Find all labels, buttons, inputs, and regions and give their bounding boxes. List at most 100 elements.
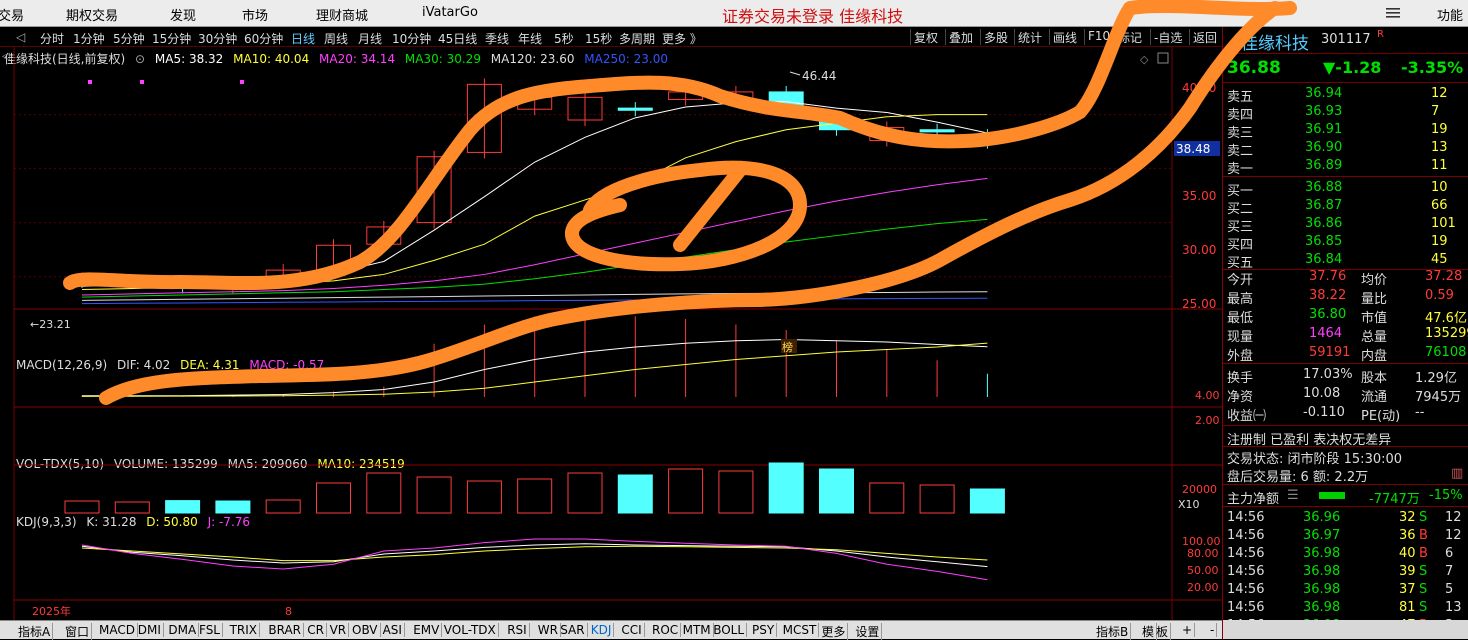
period-item[interactable]: 15分钟 xyxy=(152,30,191,47)
indicator-tab[interactable]: ASI xyxy=(381,623,405,637)
indicator-tab[interactable]: PSY xyxy=(750,623,778,637)
table-row[interactable]: 卖五 36.94 12 xyxy=(1223,85,1468,105)
watchlist-button[interactable]: -自选 xyxy=(1150,29,1185,45)
tab-right-item[interactable]: + xyxy=(1180,623,1196,637)
indicator-tab[interactable]: VR xyxy=(328,623,350,637)
indicator-tab[interactable]: FSL xyxy=(197,623,223,637)
panel-toggle-icon[interactable] xyxy=(1157,52,1169,64)
menu-small-icon[interactable]: ☰ xyxy=(1287,488,1299,503)
table-row[interactable]: 14:56 36.98 37 S 5 xyxy=(1223,581,1468,599)
table-row[interactable]: 外盘 59191 内盘 76108 xyxy=(1223,344,1468,364)
left-arrow-icon[interactable]: ◁ xyxy=(2,51,10,62)
table-row[interactable]: 现量 1464 总量 135299 xyxy=(1223,325,1468,345)
indicator-tab[interactable]: BRAR xyxy=(266,623,305,637)
diamond-icon[interactable]: ◇ xyxy=(1140,53,1149,66)
period-item-daily[interactable]: 日线 xyxy=(291,30,315,47)
table-row[interactable]: 14:56 36.97 36 B 12 xyxy=(1223,527,1468,545)
table-row[interactable]: 14:56 36.98 40 B 6 xyxy=(1223,545,1468,563)
indicator-tab[interactable]: CR xyxy=(305,623,327,637)
back-button[interactable]: 返回 xyxy=(1189,29,1220,45)
indicator-tab[interactable]: 窗口 xyxy=(63,623,93,640)
table-row[interactable]: 净资 10.08 流通 7945万 xyxy=(1223,385,1468,405)
period-item[interactable]: 周线 xyxy=(324,30,348,47)
menu-market[interactable]: 市场 xyxy=(242,5,268,24)
event-marker[interactable] xyxy=(140,80,144,84)
period-item[interactable]: 60分钟 xyxy=(244,30,283,47)
menu-icon[interactable] xyxy=(1386,7,1400,19)
tab-right-item[interactable]: 板 xyxy=(1154,623,1172,640)
menu-options[interactable]: 期权交易 xyxy=(66,5,118,24)
indicator-tab[interactable]: DMA xyxy=(166,623,200,637)
indicator-tab[interactable]: 更多 xyxy=(819,623,849,640)
table-row[interactable]: 卖二 36.90 13 xyxy=(1223,139,1468,159)
table-row[interactable]: 买五 36.84 45 xyxy=(1223,251,1468,271)
indicator-tab[interactable]: BOLL xyxy=(711,623,748,637)
indicator-tab[interactable]: MTM xyxy=(681,623,714,637)
chart-icon[interactable]: ▥ xyxy=(1451,466,1463,481)
period-item[interactable]: 季线 xyxy=(485,30,509,47)
f10-button[interactable]: F10 xyxy=(1084,29,1113,45)
menu-ivatargo[interactable]: iVatarGo xyxy=(422,5,478,20)
table-row[interactable]: 最低 36.80 市值 47.6亿 xyxy=(1223,306,1468,326)
event-marker[interactable] xyxy=(88,80,92,84)
tick-price: 36.98 xyxy=(1303,564,1341,579)
period-item[interactable]: 年线 xyxy=(518,30,542,47)
menu-trade[interactable]: 交易 xyxy=(0,5,24,24)
indicator-tab[interactable]: 设置 xyxy=(853,623,883,640)
menu-function[interactable]: 功能 xyxy=(1437,5,1463,24)
table-row[interactable]: 买三 36.86 101 xyxy=(1223,215,1468,235)
table-row[interactable]: 换手 17.03% 股本 1.29亿 xyxy=(1223,366,1468,386)
period-item[interactable]: 分时 xyxy=(40,30,64,47)
overlay-button[interactable]: 叠加 xyxy=(945,29,976,45)
table-row[interactable]: 今开 37.76 均价 37.28 xyxy=(1223,268,1468,288)
period-item[interactable]: 5秒 xyxy=(554,30,574,47)
period-item[interactable]: 1分钟 xyxy=(73,30,105,47)
table-row[interactable]: 14:56 36.98 81 S 13 xyxy=(1223,599,1468,617)
indicator-tab[interactable]: ROC xyxy=(650,623,682,637)
rank-badge[interactable]: 榜 xyxy=(782,340,793,354)
menu-discover[interactable]: 发现 xyxy=(170,5,196,24)
multi-stock-button[interactable]: 多股 xyxy=(980,29,1011,45)
kline-chart[interactable]: 40.00 35.00 30.00 25.00 38.48 46.44 ←23.… xyxy=(0,47,1222,620)
indicator-tab[interactable]: MACD xyxy=(97,623,138,637)
indicator-tab[interactable]: MCST xyxy=(781,623,820,637)
tab-right-item[interactable]: 指标B xyxy=(1094,623,1132,640)
period-item[interactable]: 15秒 xyxy=(585,30,612,47)
more-periods[interactable]: 更多 》 xyxy=(662,30,702,47)
draw-button[interactable]: 画线 xyxy=(1049,29,1080,45)
period-item[interactable]: 45日线 xyxy=(438,30,477,47)
period-item[interactable]: 月线 xyxy=(358,30,382,47)
tab-right-item[interactable]: - xyxy=(1208,623,1218,637)
table-row[interactable]: 14:56 36.98 39 S 7 xyxy=(1223,563,1468,581)
table-row[interactable]: 收益㈠ -0.110 PE(动) -- xyxy=(1223,404,1468,424)
period-item[interactable]: 30分钟 xyxy=(198,30,237,47)
period-item[interactable]: 多周期 xyxy=(619,30,655,47)
period-item[interactable]: 10分钟 xyxy=(392,30,431,47)
indicator-tab[interactable]: RSI xyxy=(505,623,530,637)
indicator-tab[interactable]: CCI xyxy=(619,623,645,637)
indicator-tab[interactable]: 指标A xyxy=(16,623,54,640)
mark-button[interactable]: 标记 xyxy=(1114,29,1145,45)
collapse-icon[interactable]: ◁ xyxy=(16,30,25,44)
indicator-tab[interactable]: VOL-TDX xyxy=(442,623,499,637)
indicator-tab[interactable]: OBV xyxy=(350,623,381,637)
adjust-button[interactable]: 复权 xyxy=(910,29,941,45)
period-item[interactable]: 5分钟 xyxy=(113,30,145,47)
table-row[interactable]: 卖三 36.91 19 xyxy=(1223,121,1468,141)
table-row[interactable]: 买四 36.85 19 xyxy=(1223,233,1468,253)
indicator-tab[interactable]: EMV xyxy=(411,623,443,637)
table-row[interactable]: 14:56 36.96 32 S 12 xyxy=(1223,509,1468,527)
table-row[interactable]: 最高 38.22 量比 0.59 xyxy=(1223,287,1468,307)
menu-wealth[interactable]: 理财商城 xyxy=(316,5,368,24)
indicator-tab[interactable]: SAR xyxy=(558,623,588,637)
indicator-tab[interactable]: DMI xyxy=(136,623,164,637)
indicator-tab[interactable]: TRIX xyxy=(228,623,261,637)
stats-button[interactable]: 统计 xyxy=(1014,29,1045,45)
table-row[interactable]: 买一 36.88 10 xyxy=(1223,179,1468,199)
stat-value: 0.59 xyxy=(1425,288,1454,303)
table-row[interactable]: 买二 36.87 66 xyxy=(1223,197,1468,217)
indicator-tab[interactable]: KDJ xyxy=(589,623,615,637)
event-marker[interactable] xyxy=(240,80,244,84)
table-row[interactable]: 卖一 36.89 11 xyxy=(1223,157,1468,177)
table-row[interactable]: 卖四 36.93 7 xyxy=(1223,103,1468,123)
